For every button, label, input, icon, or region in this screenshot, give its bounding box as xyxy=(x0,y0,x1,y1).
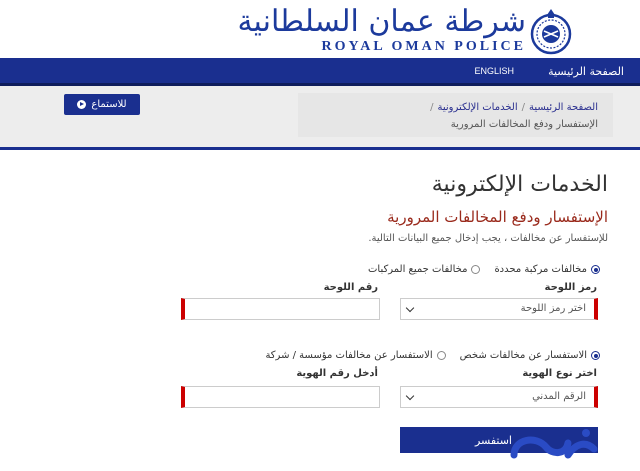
logo-arabic-text: شرطة عمان السلطانية xyxy=(237,4,526,39)
radio-individual[interactable] xyxy=(591,351,600,360)
radio-individual-label[interactable]: الاستفسار عن مخالفات شخص xyxy=(460,350,587,361)
radio-all-vehicles-label[interactable]: مخالفات جميع المركبات xyxy=(368,264,467,275)
watermark-logo-icon xyxy=(510,429,598,459)
chevron-down-icon xyxy=(405,391,415,401)
breadcrumb: الصفحة الرئيسية/الخدمات الإلكترونية/ الإ… xyxy=(298,93,613,137)
instructions-text: للإستفسار عن مخالفات ، يجب إدخال جميع ال… xyxy=(368,233,608,244)
vehicle-option-group: مخالفات مركبة محددة مخالفات جميع المركبا… xyxy=(368,264,600,275)
identity-type-label: اختر نوع الهوية xyxy=(522,368,597,379)
plate-code-label: رمز اللوحة xyxy=(544,282,597,293)
plate-code-select-value: اختر رمز اللوحة xyxy=(520,303,586,314)
identity-number-input[interactable] xyxy=(181,386,380,408)
logo-english-text: ROYAL OMAN POLICE xyxy=(321,39,526,54)
breadcrumb-row: الصفحة الرئيسية/الخدمات الإلكترونية/ xyxy=(426,102,598,113)
radio-specific-vehicle[interactable] xyxy=(591,265,600,274)
radio-all-vehicles[interactable] xyxy=(471,265,481,274)
listen-button[interactable]: للاستماع xyxy=(64,94,140,115)
breadcrumb-home[interactable]: الصفحة الرئيسية xyxy=(529,102,598,113)
radio-company-label[interactable]: الاستفسار عن مخالفات مؤسسة / شركة xyxy=(265,350,432,361)
nav-home-link[interactable]: الصفحة الرئيسية xyxy=(548,65,624,78)
identity-type-select-value: الرقم المدني xyxy=(532,391,586,402)
inquiry-option-group: الاستفسار عن مخالفات شخص الاستفسار عن مخ… xyxy=(265,350,600,361)
breadcrumb-separator: / xyxy=(521,102,525,113)
section-title: الإستفسار ودفع المخالفات المرورية xyxy=(387,208,608,226)
listen-button-label: للاستماع xyxy=(91,99,127,110)
site-logo[interactable]: شرطة عمان السلطانية ROYAL OMAN POLICE xyxy=(237,4,582,56)
nav-english-link[interactable]: ENGLISH xyxy=(474,66,514,76)
plate-code-select[interactable]: اختر رمز اللوحة xyxy=(400,298,598,320)
radio-specific-vehicle-label[interactable]: مخالفات مركبة محددة xyxy=(494,264,587,275)
identity-number-label: أدخل رقم الهوية xyxy=(296,368,378,379)
police-emblem-icon xyxy=(530,9,572,55)
play-icon xyxy=(77,100,87,109)
main-navbar: الصفحة الرئيسية ENGLISH xyxy=(0,58,640,86)
breadcrumb-eservices[interactable]: الخدمات الإلكترونية xyxy=(438,102,518,113)
identity-type-select[interactable]: الرقم المدني xyxy=(400,386,598,408)
plate-number-label: رقم اللوحة xyxy=(323,282,378,293)
breadcrumb-separator: / xyxy=(430,102,434,113)
plate-number-input[interactable] xyxy=(181,298,380,320)
radio-company[interactable] xyxy=(436,351,446,360)
breadcrumb-current: الإستفسار ودفع المخالفات المرورية xyxy=(451,119,598,130)
page-title: الخدمات الإلكترونية xyxy=(431,172,608,197)
breadcrumb-current-label: الإستفسار ودفع المخالفات المرورية xyxy=(450,119,598,130)
section-divider xyxy=(0,147,640,150)
chevron-down-icon xyxy=(405,303,415,313)
site-header: شرطة عمان السلطانية ROYAL OMAN POLICE xyxy=(0,0,640,58)
